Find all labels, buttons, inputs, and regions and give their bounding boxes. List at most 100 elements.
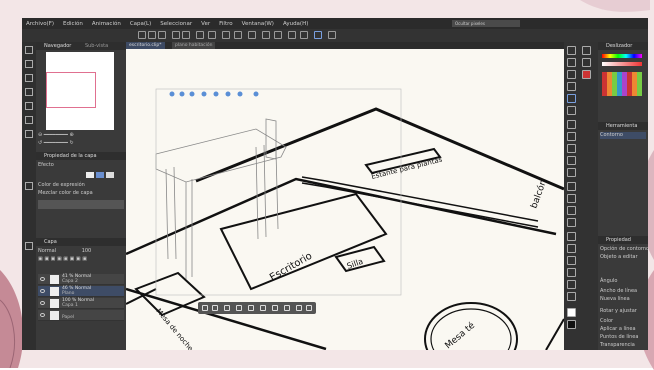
undo-icon[interactable] [172,31,180,39]
tab-escritorio[interactable]: escritorio.clip* [126,42,165,49]
prop-color[interactable]: Color [600,318,646,325]
eraser-tool-icon[interactable] [567,182,576,191]
light-icon[interactable] [272,305,278,311]
menu-view[interactable]: Ver [201,21,210,27]
invert-icon[interactable] [248,31,256,39]
effect-swatch-3[interactable] [106,172,114,178]
pencil-tool-icon[interactable] [567,132,576,141]
menu-select[interactable]: Seleccionar [160,21,192,27]
canvas[interactable]: Estante para plantas Escritorio Silla Me… [126,49,564,350]
prop-transparency[interactable]: Transparencia [600,342,646,349]
perspective-icon[interactable] [288,31,296,39]
prop-edit-target[interactable]: Objeto a editar [600,254,646,261]
prop-rotate[interactable]: Rotar y ajustar [600,308,646,315]
prop-contour-option[interactable]: Opción de contorno [600,246,648,253]
text-tool-icon[interactable] [567,268,576,277]
navigator-icon[interactable] [25,60,33,68]
layer-row[interactable]: Papel [38,310,124,321]
layer-tool-row[interactable]: ▣ ▣ ▣ ▣ ▣ ▣ ▣ ▣ [38,256,124,263]
transform-icon[interactable] [208,31,216,39]
select-all-icon[interactable] [222,31,230,39]
menu-file[interactable]: Archivo(F) [26,21,54,27]
layer-property-button[interactable] [38,200,124,209]
move-tool-icon[interactable] [567,58,576,67]
rotate-controls[interactable]: ↺ ━━━━━━━━ ↻ [38,140,124,147]
open-icon[interactable] [148,31,156,39]
prop-line-points[interactable]: Puntos de línea [600,334,646,341]
tab-plano[interactable]: plano habitación [172,42,216,49]
blend-mode-select[interactable]: Normal 100 [38,248,124,255]
rotate-icon[interactable] [236,305,242,311]
blend-tool-icon[interactable] [567,194,576,203]
material-icon-3[interactable] [25,102,33,110]
material-icon-5[interactable] [25,130,33,138]
eye-icon[interactable] [40,277,45,281]
snap-grid-icon[interactable] [328,31,336,39]
operation-tool-icon[interactable] [567,94,576,103]
subtool-contour[interactable]: Contorno [600,132,646,139]
eyedropper-icon[interactable] [567,106,576,115]
pen-tool-icon[interactable] [567,120,576,129]
camera-icon[interactable] [260,305,266,311]
zoom-in-icon[interactable] [284,305,290,311]
deselect-icon[interactable] [234,31,242,39]
gradient-tool-icon[interactable] [567,218,576,227]
ruler-tool-icon[interactable] [567,256,576,265]
effect-swatch-1[interactable] [86,172,94,178]
fill-tool-icon[interactable] [567,206,576,215]
layer-icon[interactable] [25,242,33,250]
material-icon[interactable] [25,74,33,82]
save-icon[interactable] [158,31,166,39]
layer-property-icon[interactable] [25,182,33,190]
brush-tool-icon[interactable] [567,144,576,153]
prop-line-width[interactable]: Ancho de línea [600,288,646,295]
clear-icon[interactable] [196,31,204,39]
subtool-icon-1[interactable] [582,46,591,55]
menu-filter[interactable]: Filtro [219,21,232,27]
decoration-tool-icon[interactable] [567,168,576,177]
ruler-icon[interactable] [274,31,282,39]
menu-layer[interactable]: Capa(L) [130,21,151,27]
zoom-tool-icon[interactable] [567,46,576,55]
prop-new-line[interactable]: Nueva línea [600,296,646,303]
material-icon-4[interactable] [25,116,33,124]
hue-slider[interactable] [602,54,642,58]
zoom-controls[interactable]: ⊖ ━━━━━━━━ ⊕ [38,132,124,139]
layer-row-selected[interactable]: 46 % Normal Plano [38,286,124,297]
snap-icon[interactable] [262,31,270,39]
eye-icon[interactable] [40,301,45,305]
home-icon[interactable] [25,46,33,54]
material-icon-2[interactable] [25,88,33,96]
figure-tool-icon[interactable] [567,232,576,241]
subtool-icon-2[interactable] [582,58,591,67]
next-icon[interactable] [212,305,218,311]
select-tool-icon[interactable] [567,70,576,79]
eye-icon[interactable] [40,289,45,293]
navigator-view-frame[interactable] [46,72,96,108]
menu-window[interactable]: Ventana(W) [242,21,274,27]
scale-icon[interactable] [248,305,254,311]
prop-angle[interactable]: Ángulo [600,278,646,285]
sub-color-swatch[interactable] [567,320,576,329]
layer-row[interactable]: 100 % Normal Capa 1 [38,298,124,309]
snap-ruler-icon[interactable] [314,31,322,39]
prop-apply-line[interactable]: Aplicar a línea [600,326,646,333]
saturation-slider[interactable] [602,62,642,66]
grid-icon[interactable] [300,31,308,39]
color-palette-icon[interactable] [582,70,591,79]
effect-swatch-2[interactable] [96,172,104,178]
zoom-out-icon[interactable] [296,305,302,311]
menu-help[interactable]: Ayuda(H) [283,21,308,27]
airbrush-tool-icon[interactable] [567,156,576,165]
menu-animation[interactable]: Animación [92,21,121,27]
subview-tab[interactable]: Sub-vista [85,43,108,49]
move-icon[interactable] [224,305,230,311]
settings-icon[interactable] [306,305,312,311]
lasso-tool-icon[interactable] [567,82,576,91]
frame-tool-icon[interactable] [567,244,576,253]
layer-row[interactable]: 41 % Normal Capa 2 [38,274,124,285]
balloon-tool-icon[interactable] [567,280,576,289]
redo-icon[interactable] [182,31,190,39]
new-icon[interactable] [138,31,146,39]
line-correction-icon[interactable] [567,292,576,301]
